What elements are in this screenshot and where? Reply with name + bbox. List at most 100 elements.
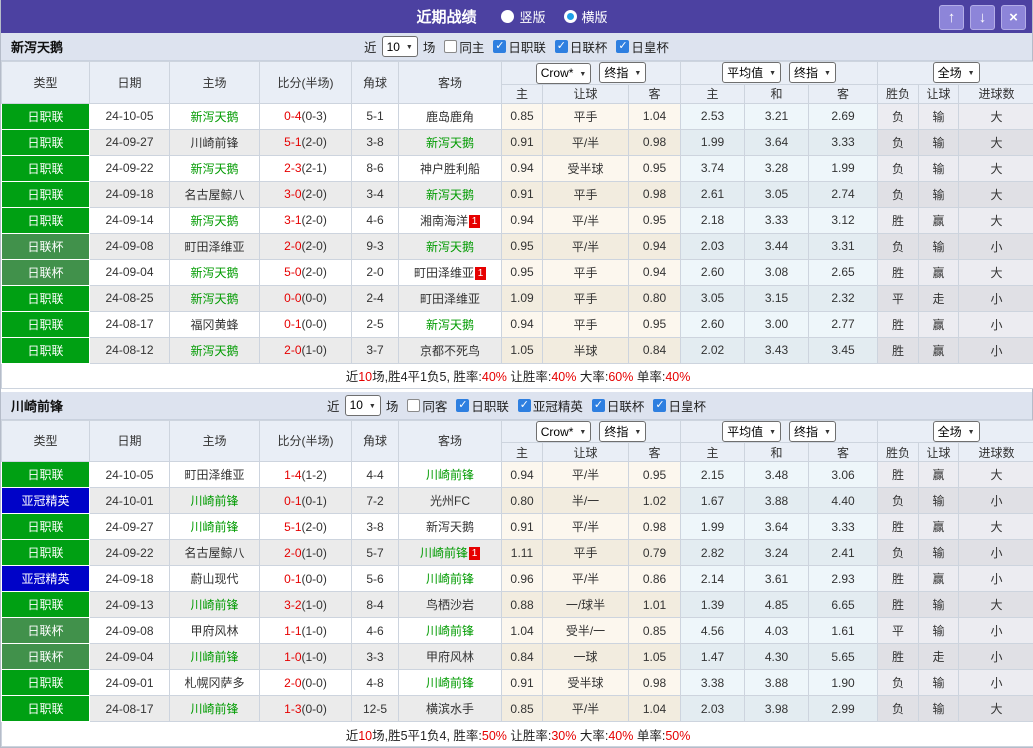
home-team-name[interactable]: 川崎前锋	[190, 702, 238, 716]
odds-view-select[interactable]: 终指▼	[789, 421, 836, 442]
league-checkbox[interactable]: ✓	[518, 399, 531, 412]
result-handicap: 赢	[919, 207, 959, 233]
home-team-name[interactable]: 新泻天鹅	[190, 214, 238, 228]
home-team-name[interactable]: 町田泽维亚	[184, 468, 244, 482]
chevron-down-icon: ▼	[769, 429, 776, 436]
home-team-name[interactable]: 新泻天鹅	[190, 266, 238, 280]
away-team-name[interactable]: 新泻天鹅	[426, 318, 474, 332]
odds-view-select[interactable]: 终指▼	[599, 421, 646, 442]
away-odds: 1.04	[629, 696, 681, 722]
away-team-name[interactable]: 湘南海洋	[420, 214, 468, 228]
away-team-name[interactable]: 横滨水手	[426, 702, 474, 716]
home-team-name[interactable]: 蔚山现代	[190, 572, 238, 586]
away-team-name[interactable]: 町田泽维亚	[414, 266, 474, 280]
away-team-name[interactable]: 川崎前锋	[426, 572, 474, 586]
home-team-name[interactable]: 川崎前锋	[190, 598, 238, 612]
home-team: 新泻天鹅	[170, 259, 260, 285]
home-team-name[interactable]: 甲府风林	[190, 624, 238, 638]
avg-home-odds: 3.74	[681, 155, 745, 181]
layout-radio-vertical[interactable]: 竖版	[501, 7, 545, 26]
home-team-name[interactable]: 川崎前锋	[190, 136, 238, 150]
league-checkbox[interactable]: ✓	[555, 40, 568, 53]
avg-home-odds: 2.14	[681, 566, 745, 592]
layout-radio-horizontal[interactable]: 横版	[564, 7, 608, 26]
move-up-button[interactable]: ↑	[939, 5, 964, 30]
home-team-name[interactable]: 名古屋鲸八	[184, 546, 244, 560]
odds-view-select[interactable]: 平均值▼	[722, 62, 781, 83]
odds-view-select[interactable]: 平均值▼	[722, 421, 781, 442]
odds-view-select[interactable]: 全场▼	[933, 421, 980, 442]
result-outcome: 平	[878, 285, 919, 311]
away-team-name[interactable]: 甲府风林	[426, 650, 474, 664]
home-team-name[interactable]: 新泻天鹅	[190, 292, 238, 306]
close-button[interactable]: ×	[1001, 5, 1026, 30]
home-team-name[interactable]: 札幌冈萨多	[184, 676, 244, 690]
match-row: 日职联24-09-22新泻天鹅2-3(2-1)8-6神户胜利船0.94受半球0.…	[2, 155, 1033, 181]
home-odds: 0.85	[502, 696, 543, 722]
column-header: 主场	[170, 420, 260, 462]
avg-away-odds: 1.99	[809, 155, 878, 181]
odds-view-select[interactable]: 终指▼	[599, 62, 646, 83]
odds-view-select[interactable]: Crow*▼	[536, 63, 592, 84]
avg-away-odds: 3.12	[809, 207, 878, 233]
result-goals: 小	[959, 618, 1033, 644]
sub-column-header: 主	[681, 443, 745, 462]
odds-view-select[interactable]: 终指▼	[789, 62, 836, 83]
same-venue-checkbox[interactable]	[444, 40, 457, 53]
result-goals: 小	[959, 233, 1033, 259]
summary-cell: 近10场,胜5平1负4, 胜率:50% 让胜率:30% 大率:40% 单率:50…	[2, 722, 1033, 747]
away-team-name[interactable]: 光州FC	[430, 494, 470, 508]
league-checkbox[interactable]: ✓	[653, 399, 666, 412]
move-down-button[interactable]: ↓	[970, 5, 995, 30]
league-checkbox[interactable]: ✓	[616, 40, 629, 53]
odds-view-select[interactable]: Crow*▼	[536, 421, 592, 442]
away-team-name[interactable]: 新泻天鹅	[426, 188, 474, 202]
league-checkbox[interactable]: ✓	[456, 399, 469, 412]
away-team-name[interactable]: 新泻天鹅	[426, 520, 474, 534]
home-team-name[interactable]: 川崎前锋	[190, 520, 238, 534]
match-date: 24-08-17	[90, 311, 170, 337]
home-team-name[interactable]: 川崎前锋	[190, 650, 238, 664]
avg-home-odds: 4.56	[681, 618, 745, 644]
match-score: 1-4(1-2)	[260, 462, 352, 488]
home-team-name[interactable]: 名古屋鲸八	[184, 188, 244, 202]
away-team-name[interactable]: 川崎前锋	[426, 676, 474, 690]
away-team-name[interactable]: 川崎前锋	[426, 468, 474, 482]
away-team-name[interactable]: 鹿岛鹿角	[426, 110, 474, 124]
away-team: 新泻天鹅	[399, 233, 502, 259]
sections-container: 新泻天鹅近10▼场同主✓日职联✓日联杯✓日皇杯类型日期主场比分(半场)角球客场C…	[1, 33, 1032, 747]
home-team-name[interactable]: 町田泽维亚	[184, 240, 244, 254]
section-header: 新泻天鹅近10▼场同主✓日职联✓日联杯✓日皇杯	[1, 33, 1032, 61]
home-team: 名古屋鲸八	[170, 181, 260, 207]
summary-text: 10	[358, 370, 372, 384]
handicap-line: 平手	[543, 103, 629, 129]
same-venue-checkbox[interactable]	[407, 399, 420, 412]
away-team-name[interactable]: 新泻天鹅	[426, 240, 474, 254]
home-team-name[interactable]: 新泻天鹅	[190, 162, 238, 176]
home-team-name[interactable]: 川崎前锋	[190, 494, 238, 508]
home-team-name[interactable]: 福冈黄蜂	[190, 318, 238, 332]
handicap-line: 受半球	[543, 670, 629, 696]
home-team-name[interactable]: 新泻天鹅	[190, 344, 238, 358]
avg-away-odds: 2.41	[809, 540, 878, 566]
odds-group-header: 全场▼	[878, 62, 1033, 85]
home-team-name[interactable]: 新泻天鹅	[190, 110, 238, 124]
match-date: 24-08-17	[90, 696, 170, 722]
away-team-name[interactable]: 川崎前锋	[420, 546, 468, 560]
result-outcome: 平	[878, 618, 919, 644]
column-header: 主场	[170, 62, 260, 104]
away-team-name[interactable]: 京都不死鸟	[420, 344, 480, 358]
fulltime-score: 1-1	[284, 624, 301, 638]
corner-score: 3-3	[352, 644, 399, 670]
recent-count-select[interactable]: 10▼	[345, 395, 381, 416]
league-checkbox[interactable]: ✓	[592, 399, 605, 412]
away-team-name[interactable]: 川崎前锋	[426, 624, 474, 638]
odds-view-select[interactable]: 全场▼	[933, 62, 980, 83]
away-team-name[interactable]: 神户胜利船	[420, 162, 480, 176]
recent-count-select[interactable]: 10▼	[382, 36, 418, 57]
away-team-name[interactable]: 鸟栖沙岩	[426, 598, 474, 612]
avg-draw-odds: 3.64	[745, 514, 809, 540]
away-team-name[interactable]: 新泻天鹅	[426, 136, 474, 150]
away-team-name[interactable]: 町田泽维亚	[420, 292, 480, 306]
league-checkbox[interactable]: ✓	[493, 40, 506, 53]
